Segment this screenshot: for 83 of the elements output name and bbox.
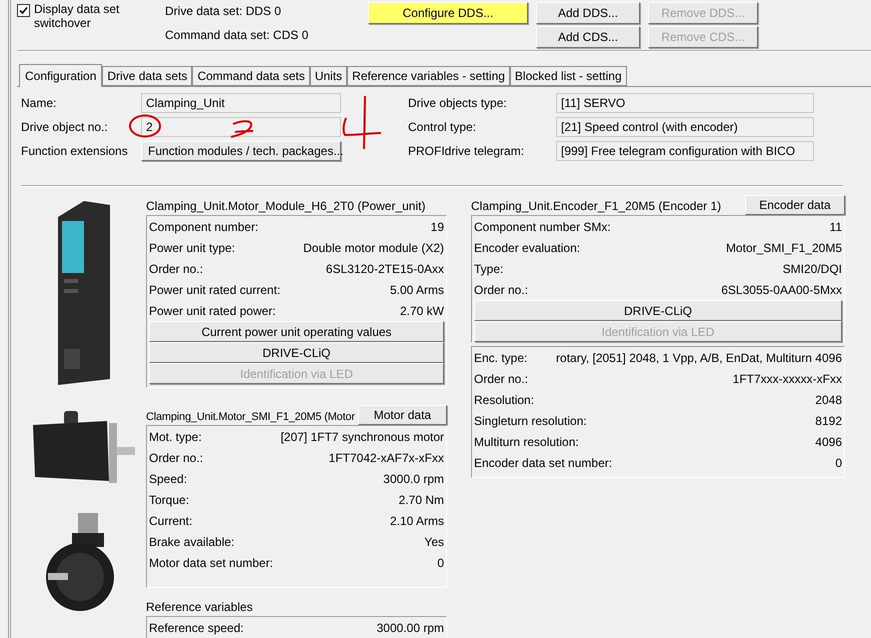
property-label: Encoder evaluation:: [474, 240, 580, 254]
property-value: 3000.00 rpm: [376, 620, 444, 634]
property-label: Mot. type:: [149, 430, 202, 444]
tab[interactable]: Units: [310, 66, 348, 86]
data-set-label: Drive data set: DDS 0: [165, 4, 282, 18]
property-label: Component number:: [149, 220, 258, 234]
property-label: Power unit type:: [149, 240, 236, 254]
property-value: 0: [835, 456, 842, 470]
property-label: Order no.:: [474, 372, 528, 386]
property-value: Double motor module (X2): [303, 240, 444, 254]
tab[interactable]: Configuration: [19, 64, 102, 87]
property-label: Order no.:: [149, 262, 204, 276]
function-modules-button[interactable]: Function modules / tech. packages...: [141, 141, 341, 161]
value-field[interactable]: Clamping_Unit: [141, 93, 341, 113]
action-button[interactable]: DRIVE-CLiQ: [474, 300, 842, 321]
action-button[interactable]: DRIVE-CLiQ: [149, 342, 444, 363]
property-value: 1FT7042-xAF7x-xFxx: [328, 450, 444, 464]
property-value: 3000.0 rpm: [383, 472, 444, 486]
property-label: Type:: [474, 262, 504, 276]
checkbox-label: Display data set switchover: [34, 2, 120, 30]
property-value: 0: [437, 556, 444, 570]
property-value: [207] 1FT7 synchronous motor: [280, 430, 444, 444]
add-button[interactable]: Add CDS...: [536, 26, 640, 48]
property-value: Motor_SMI_F1_20M5: [726, 240, 842, 254]
field-label: Drive object no.:: [21, 120, 109, 134]
property-value: 6SL3120-2TE15-0Axx: [326, 262, 444, 276]
tab[interactable]: Reference variables - setting: [347, 66, 510, 86]
property-label: Order no.:: [474, 282, 528, 296]
property-label: Current:: [149, 514, 192, 528]
property-label: Order no.:: [149, 450, 204, 464]
add-button[interactable]: Add DDS...: [536, 2, 640, 24]
property-label: Brake available:: [149, 534, 234, 548]
value-field[interactable]: [11] SERVO: [556, 93, 814, 113]
checkbox[interactable]: [17, 4, 30, 17]
section-title: Clamping_Unit.Encoder_F1_20M5 (Encoder 1): [471, 199, 722, 215]
property-value: 8192: [815, 414, 842, 428]
property-value: 2048: [815, 392, 842, 406]
property-label: Resolution:: [474, 392, 534, 406]
field-label: Name:: [21, 96, 58, 110]
field-label: Drive objects type:: [408, 96, 508, 110]
property-label: Torque:: [149, 492, 190, 506]
property-label: Singleturn resolution:: [474, 414, 587, 428]
property-label: Component number SMx:: [474, 220, 611, 234]
property-label: Motor data set number:: [149, 556, 274, 570]
property-label: Encoder data set number:: [474, 456, 612, 470]
property-value: 1FT7xxx-xxxxx-xFxx: [732, 372, 842, 386]
tab[interactable]: Drive data sets: [102, 66, 192, 86]
field-label: Control type:: [408, 120, 478, 134]
data-set-label: Command data set: CDS 0: [165, 28, 310, 42]
action-button[interactable]: Current power unit operating values: [149, 321, 444, 342]
property-value: Yes: [424, 534, 444, 548]
property-value: rotary, [2051] 2048, 1 Vpp, A/B, EnDat, Multiturn 4096: [556, 350, 842, 364]
section-title: Reference variables: [146, 600, 253, 616]
property-label: Multiturn resolution:: [474, 434, 579, 448]
tab[interactable]: Blocked list - setting: [510, 66, 627, 86]
section-title: Clamping_Unit.Motor_SMI_F1_20M5 (Motor: [146, 411, 355, 425]
field-label: PROFIdrive telegram:: [408, 144, 526, 158]
encoder-data-button[interactable]: Encoder data: [745, 195, 845, 215]
value-field[interactable]: [21] Speed control (with encoder): [556, 117, 814, 137]
handwritten-annotation-drawing: [341, 95, 383, 151]
property-value: 4096: [815, 434, 842, 448]
property-value: 2.10 Arms: [390, 514, 444, 528]
value-field[interactable]: 2: [141, 117, 341, 137]
handwritten-annotation-drawing: [229, 119, 255, 139]
property-value: SMI20/DQI: [782, 262, 842, 276]
tab[interactable]: Command data sets: [192, 66, 310, 86]
property-value: 19: [430, 220, 444, 234]
circle-annotation-drawing: [128, 114, 162, 138]
motor-data-button[interactable]: Motor data: [358, 405, 447, 425]
property-label: Power unit rated current:: [149, 282, 280, 296]
field-label: Function extensions: [21, 144, 129, 158]
property-value: 6SL3055-0AA00-5Mxx: [721, 282, 842, 296]
value-field[interactable]: [999] Free telegram configuration with BICO: [556, 141, 814, 161]
property-value: 11: [830, 220, 842, 234]
configure-button[interactable]: Configure DDS...: [368, 2, 528, 24]
property-value: 2.70 kW: [400, 304, 444, 318]
property-value: 2.70 Nm: [398, 492, 444, 506]
property-value: 5.00 Arms: [390, 282, 444, 296]
section-title: Clamping_Unit.Motor_Module_H6_2T0 (Power_unit): [146, 199, 426, 215]
property-label: Enc. type:: [474, 350, 528, 364]
property-label: Speed:: [149, 472, 188, 486]
property-label: Reference speed:: [149, 620, 244, 634]
property-label: Power unit rated power:: [149, 304, 276, 318]
